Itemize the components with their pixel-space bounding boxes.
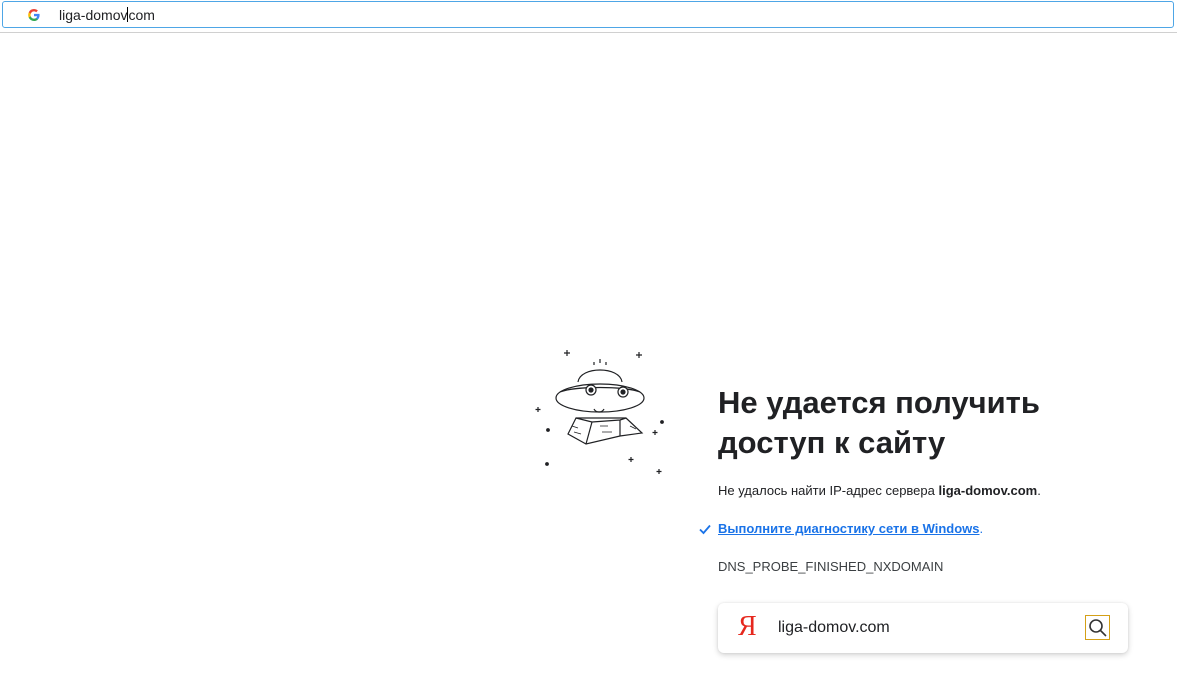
error-message: Не удалось найти IP-адрес сервера liga-d… [718, 483, 1041, 498]
google-g-icon [27, 8, 41, 22]
yandex-logo-icon: Я [738, 611, 757, 642]
diagnostics-suffix: . [979, 521, 984, 536]
search-input[interactable]: liga-domov.com [778, 619, 890, 637]
diagnostics-suggestion: Выполните диагностику сети в Windows. [698, 521, 983, 536]
url-text-end: com [128, 7, 155, 23]
error-message-suffix: . [1037, 483, 1041, 498]
url-input[interactable]: liga-domovcom [59, 7, 155, 23]
error-domain: liga-domov.com [938, 483, 1038, 498]
toolbar-divider [0, 32, 1177, 33]
checkmark-icon [699, 524, 711, 534]
network-diagnostics-link[interactable]: Выполните диагностику сети в Windows [718, 521, 980, 536]
error-message-text: Не удалось найти IP-адрес сервера [718, 483, 939, 498]
error-title: Не удается получить доступ к сайту [718, 385, 1040, 460]
address-bar[interactable]: liga-domovcom [2, 1, 1174, 28]
search-icon [1088, 618, 1107, 637]
search-box: Я liga-domov.com [718, 603, 1128, 653]
error-code: DNS_PROBE_FINISHED_NXDOMAIN [718, 559, 944, 574]
ufo-illustration [530, 346, 670, 476]
url-text-start: liga-domov [59, 7, 128, 23]
search-button[interactable] [1085, 615, 1110, 640]
